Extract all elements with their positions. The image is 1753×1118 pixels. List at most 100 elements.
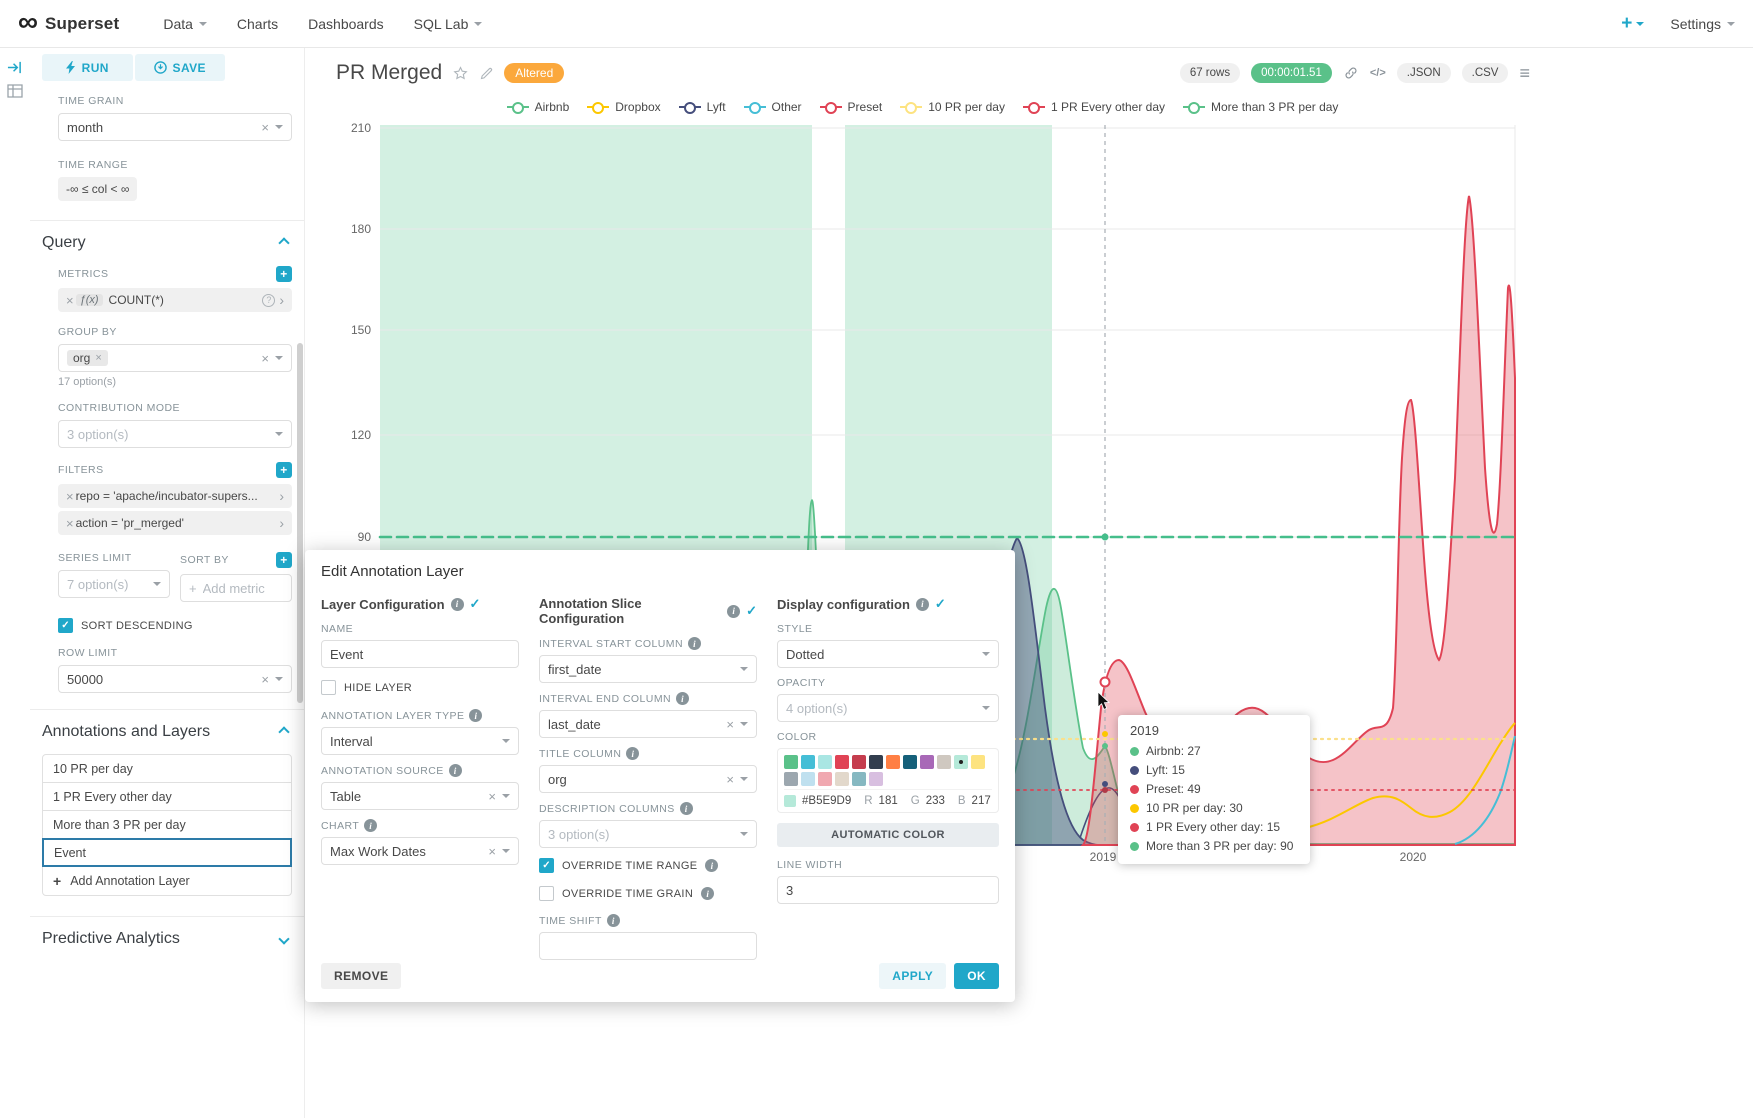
info-icon[interactable]: i: [451, 598, 464, 611]
save-button[interactable]: SAVE: [135, 54, 226, 81]
contribution-mode-select[interactable]: 3 option(s): [58, 420, 292, 448]
opacity-select[interactable]: 4 option(s): [777, 694, 999, 722]
clear-icon[interactable]: ×: [488, 789, 496, 804]
color-swatch[interactable]: [852, 755, 866, 769]
color-swatch[interactable]: [869, 772, 883, 786]
export-json-button[interactable]: .JSON: [1397, 63, 1451, 83]
line-width-input[interactable]: [777, 876, 999, 904]
favorite-star-icon[interactable]: [452, 65, 469, 82]
annotation-layer-item[interactable]: 1 PR Every other day: [42, 782, 292, 811]
interval-start-select[interactable]: first_date: [539, 655, 757, 683]
edit-pencil-icon[interactable]: [479, 66, 494, 81]
nav-menu-data[interactable]: Data: [163, 16, 207, 32]
legend-item[interactable]: 1 PR Every other day: [1023, 100, 1165, 114]
info-icon[interactable]: i: [727, 605, 740, 618]
name-input[interactable]: [321, 640, 519, 668]
color-swatch[interactable]: [784, 772, 798, 786]
apply-button[interactable]: APPLY: [879, 963, 946, 989]
legend-item[interactable]: Other: [744, 100, 802, 114]
nav-menu-sqllab[interactable]: SQL Lab: [414, 16, 483, 32]
info-icon[interactable]: i: [705, 859, 718, 872]
legend-item[interactable]: Airbnb: [507, 100, 570, 114]
info-icon[interactable]: i: [701, 887, 714, 900]
legend-item[interactable]: More than 3 PR per day: [1183, 100, 1338, 114]
remove-filter-icon[interactable]: ×: [66, 516, 74, 531]
embed-code-icon[interactable]: </>: [1370, 67, 1386, 79]
title-column-select[interactable]: org ×: [539, 765, 757, 793]
legend-item[interactable]: 10 PR per day: [900, 100, 1005, 114]
color-swatch[interactable]: [971, 755, 985, 769]
filter-pill[interactable]: × action = 'pr_merged' ›: [58, 511, 292, 535]
metric-pill[interactable]: × ƒ(x) COUNT(*) ? ›: [58, 288, 292, 312]
info-icon[interactable]: i: [916, 598, 929, 611]
legend-item[interactable]: Dropbox: [587, 100, 660, 114]
color-swatch[interactable]: [903, 755, 917, 769]
sort-by-select[interactable]: + Add metric: [180, 574, 292, 602]
altered-badge[interactable]: Altered: [504, 63, 564, 83]
color-swatch[interactable]: [818, 772, 832, 786]
hex-value[interactable]: #B5E9D9: [802, 795, 851, 807]
g-value[interactable]: 233: [926, 795, 945, 807]
clear-icon[interactable]: ×: [726, 772, 734, 787]
annotation-layer-type-select[interactable]: Interval: [321, 727, 519, 755]
annotation-layer-item[interactable]: More than 3 PR per day: [42, 810, 292, 839]
info-icon[interactable]: i: [688, 637, 701, 650]
series-limit-select[interactable]: 7 option(s): [58, 570, 170, 598]
clear-icon[interactable]: ×: [261, 120, 269, 135]
info-icon[interactable]: i: [676, 692, 689, 705]
annotation-source-select[interactable]: Table ×: [321, 782, 519, 810]
annotation-layer-item[interactable]: 10 PR per day: [42, 754, 292, 783]
filter-pill[interactable]: × repo = 'apache/incubator-supers... ›: [58, 484, 292, 508]
time-grain-select[interactable]: month ×: [58, 113, 292, 141]
time-range-pill[interactable]: -∞ ≤ col < ∞: [58, 177, 137, 201]
info-icon[interactable]: i: [449, 764, 462, 777]
style-select[interactable]: Dotted: [777, 640, 999, 668]
nav-menu-charts[interactable]: Charts: [237, 16, 278, 32]
clear-icon[interactable]: ×: [726, 717, 734, 732]
override-time-range-checkbox[interactable]: ✓ OVERRIDE TIME RANGE i: [539, 858, 757, 873]
color-swatch[interactable]: [937, 755, 951, 769]
color-swatch-selected[interactable]: [954, 755, 968, 769]
clear-icon[interactable]: ×: [488, 844, 496, 859]
query-section-header[interactable]: Query: [42, 234, 292, 252]
clear-icon[interactable]: ×: [261, 672, 269, 687]
collapse-datasource-icon[interactable]: [7, 60, 22, 80]
info-icon[interactable]: i: [364, 819, 377, 832]
sort-descending-checkbox[interactable]: ✓ SORT DESCENDING: [58, 618, 292, 633]
automatic-color-button[interactable]: AUTOMATIC COLOR: [777, 823, 999, 847]
b-value[interactable]: 217: [972, 795, 991, 807]
info-icon[interactable]: i: [626, 747, 639, 760]
r-value[interactable]: 181: [879, 795, 898, 807]
add-sort-metric-button[interactable]: +: [276, 552, 292, 568]
legend-item[interactable]: Lyft: [679, 100, 726, 114]
datasource-grid-icon[interactable]: [7, 84, 23, 103]
panel-scrollbar[interactable]: [297, 343, 303, 703]
interval-end-select[interactable]: last_date ×: [539, 710, 757, 738]
hide-layer-checkbox[interactable]: HIDE LAYER: [321, 680, 519, 695]
remove-tag-icon[interactable]: ×: [95, 352, 101, 364]
override-time-grain-checkbox[interactable]: OVERRIDE TIME GRAIN i: [539, 886, 757, 901]
add-filter-button[interactable]: +: [276, 462, 292, 478]
color-swatch[interactable]: [852, 772, 866, 786]
remove-button[interactable]: REMOVE: [321, 963, 401, 989]
color-swatch[interactable]: [835, 772, 849, 786]
group-by-select[interactable]: org × ×: [58, 344, 292, 372]
description-columns-select[interactable]: 3 option(s): [539, 820, 757, 848]
remove-filter-icon[interactable]: ×: [66, 489, 74, 504]
settings-menu[interactable]: Settings: [1670, 16, 1735, 32]
annotation-layer-item-selected[interactable]: Event: [42, 838, 292, 867]
group-by-tag[interactable]: org ×: [67, 350, 108, 366]
clear-icon[interactable]: ×: [261, 351, 269, 366]
more-menu-icon[interactable]: ≡: [1519, 64, 1530, 82]
info-icon[interactable]: i: [680, 802, 693, 815]
predictive-section-header[interactable]: Predictive Analytics: [42, 930, 292, 948]
add-metric-button[interactable]: +: [276, 266, 292, 282]
time-shift-input[interactable]: [539, 932, 757, 960]
color-swatch[interactable]: [869, 755, 883, 769]
color-swatch[interactable]: [801, 755, 815, 769]
annotations-section-header[interactable]: Annotations and Layers: [42, 723, 292, 741]
color-swatch[interactable]: [784, 755, 798, 769]
color-swatch[interactable]: [886, 755, 900, 769]
row-limit-select[interactable]: 50000 ×: [58, 665, 292, 693]
share-link-icon[interactable]: [1343, 65, 1359, 81]
